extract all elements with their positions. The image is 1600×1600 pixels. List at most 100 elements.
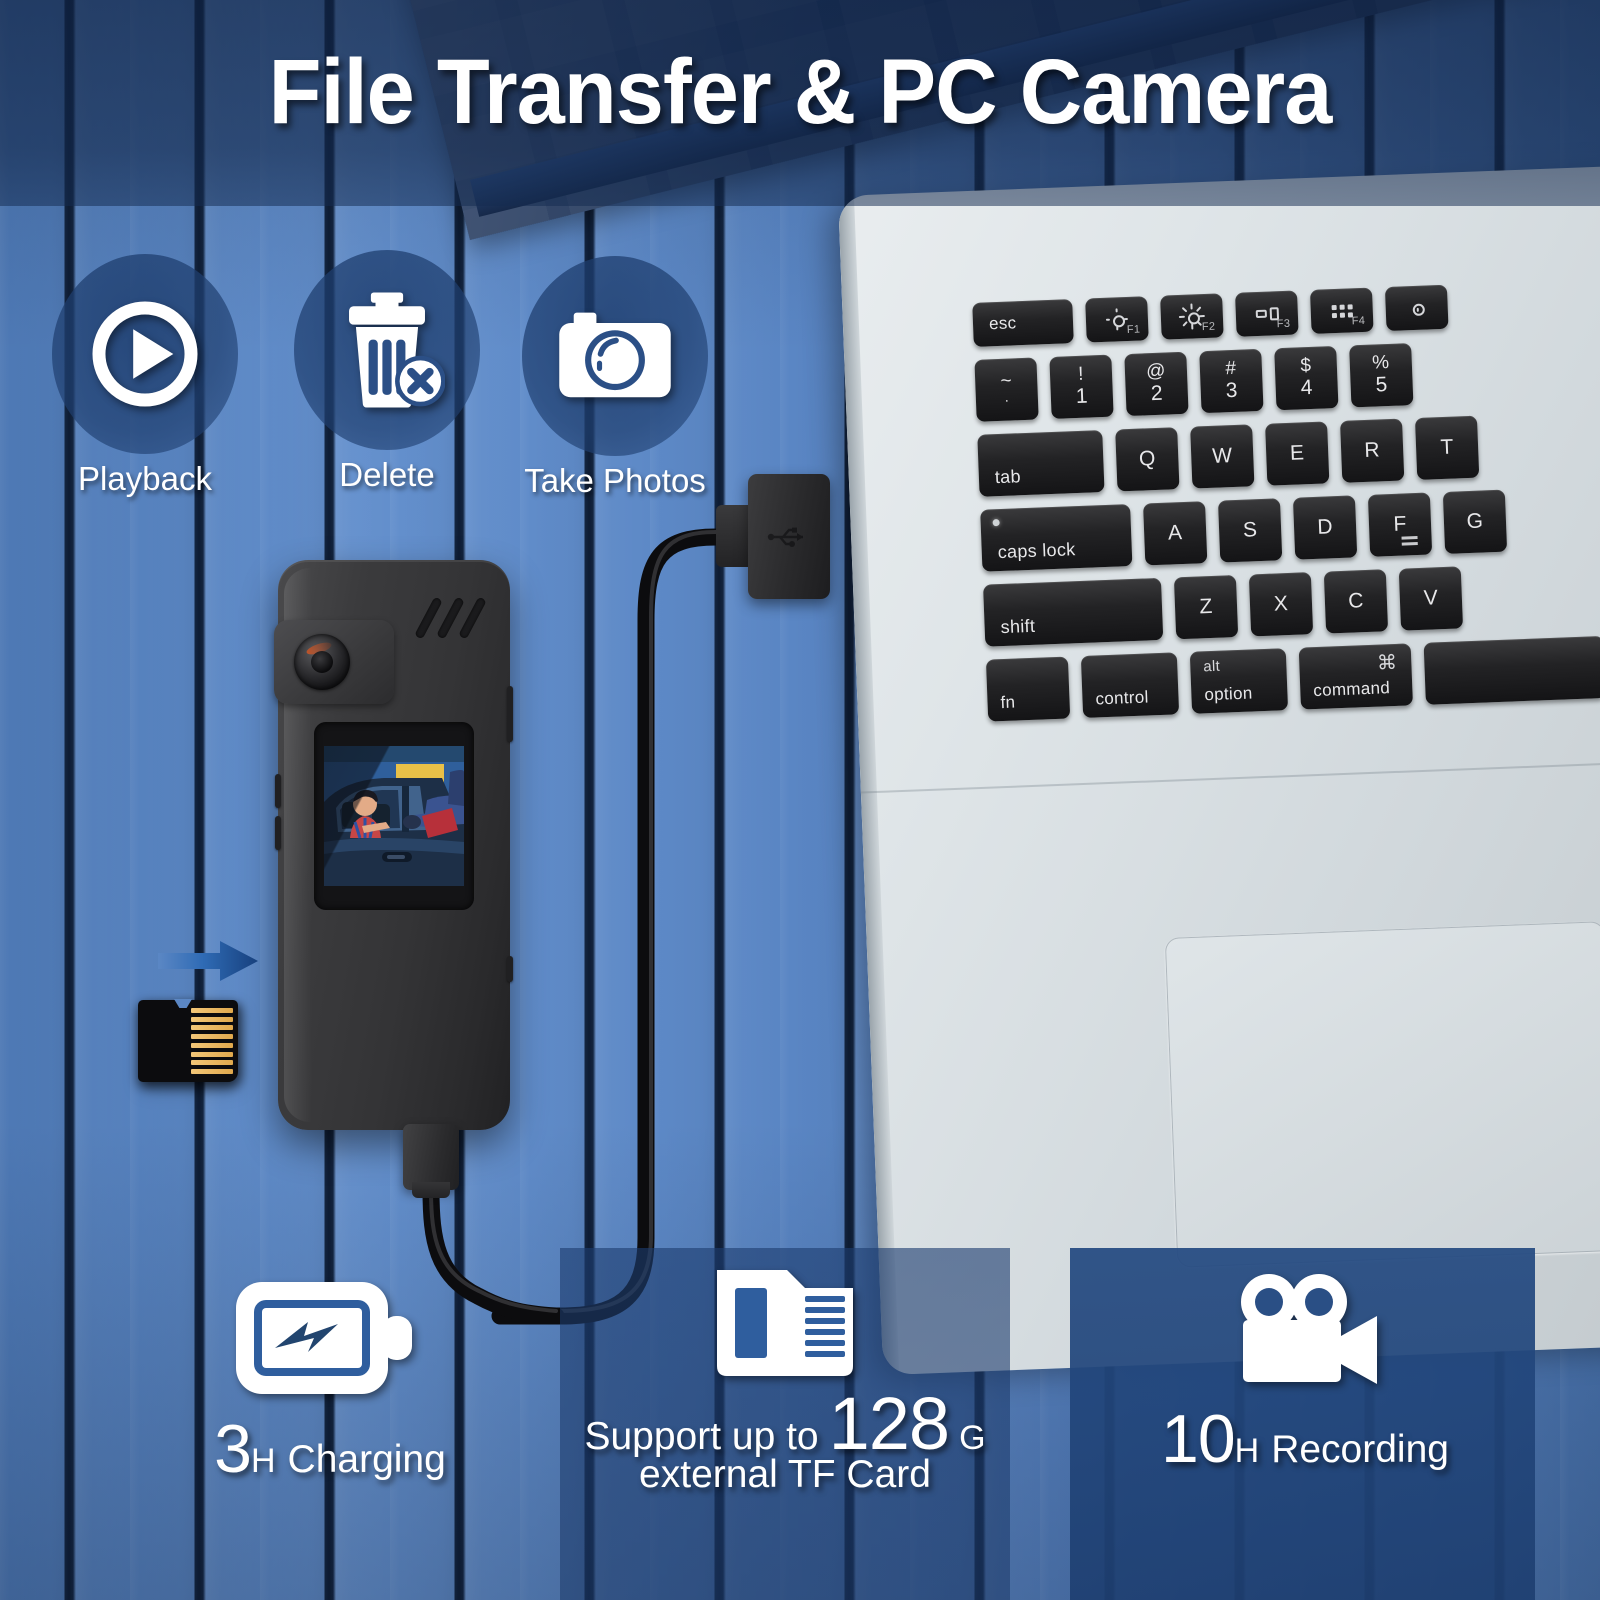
key-f2-brightness-up-icon[interactable]: F2 bbox=[1160, 293, 1224, 340]
page-title: File Transfer & PC Camera bbox=[268, 41, 1333, 143]
key-1[interactable]: ! 1 bbox=[1049, 354, 1114, 419]
key-3-dig: 3 bbox=[1225, 379, 1239, 403]
key-1-sym: ! bbox=[1077, 363, 1085, 385]
tf-card-icon bbox=[717, 1270, 853, 1376]
product-feature-image: esc F1 F2 F3 F4 ~ · ! 1 @ 2 # 3 $ 4 % 5 … bbox=[0, 0, 1600, 1600]
key-r[interactable]: R bbox=[1340, 418, 1405, 483]
photo-camera-icon bbox=[559, 312, 671, 398]
key-a[interactable]: A bbox=[1143, 501, 1208, 566]
key-g[interactable]: G bbox=[1442, 489, 1508, 554]
key-2-dig: 2 bbox=[1150, 382, 1164, 406]
laptop-keyboard[interactable]: esc F1 F2 F3 F4 ~ · ! 1 @ 2 # 3 $ 4 % 5 … bbox=[972, 275, 1600, 734]
battery-charging-icon bbox=[236, 1282, 412, 1394]
key-5[interactable]: % 5 bbox=[1349, 343, 1414, 408]
keyboard-row-function: esc F1 F2 F3 F4 bbox=[972, 275, 1600, 347]
key-command[interactable]: ⌘ command bbox=[1298, 643, 1413, 710]
badge-delete-label: Delete bbox=[339, 456, 435, 493]
keyboard-row-modifiers: fn control alt option ⌘ command bbox=[985, 632, 1600, 722]
key-tilde-glyphs: ~ · bbox=[1000, 370, 1013, 408]
key-f3-mission-control-icon[interactable]: F3 bbox=[1235, 290, 1299, 337]
camera-module bbox=[274, 620, 394, 704]
key-q[interactable]: Q bbox=[1115, 427, 1180, 492]
key-f-label: F bbox=[1392, 512, 1408, 536]
recording-value: 10 bbox=[1161, 1401, 1236, 1477]
key-option-label: option bbox=[1204, 683, 1253, 705]
key-v[interactable]: V bbox=[1398, 566, 1464, 631]
key-3-sym: # bbox=[1225, 357, 1237, 380]
play-circle-icon bbox=[92, 301, 198, 407]
key-d[interactable]: D bbox=[1292, 495, 1358, 560]
brightness-up-icon bbox=[1178, 303, 1205, 330]
key-option-alt-label: alt bbox=[1203, 657, 1221, 676]
side-button-power[interactable] bbox=[507, 686, 513, 742]
key-f5[interactable] bbox=[1384, 284, 1449, 332]
side-button-up[interactable] bbox=[275, 774, 281, 808]
spec-panel-recording: 10H Recording bbox=[1090, 1262, 1520, 1478]
speaker-grille bbox=[414, 594, 487, 644]
key-s[interactable]: S bbox=[1217, 498, 1283, 563]
brightness-down-icon bbox=[1405, 296, 1428, 319]
badge-disc bbox=[294, 250, 480, 450]
microsd-contacts bbox=[191, 1008, 233, 1074]
key-f1-brightness-down-icon[interactable]: F1 bbox=[1085, 296, 1149, 343]
key-t[interactable]: T bbox=[1414, 415, 1480, 480]
key-x[interactable]: X bbox=[1248, 572, 1314, 637]
command-glyph-icon: ⌘ bbox=[1376, 651, 1398, 675]
screen-glare bbox=[324, 746, 464, 886]
key-2[interactable]: @ 2 bbox=[1124, 351, 1189, 417]
trash-delete-icon bbox=[349, 292, 445, 408]
key-command-label: command bbox=[1312, 678, 1391, 701]
key-c[interactable]: C bbox=[1323, 569, 1389, 634]
key-4[interactable]: $ 4 bbox=[1274, 345, 1339, 411]
launchpad-icon bbox=[1331, 303, 1353, 318]
badge-delete[interactable]: Delete bbox=[294, 250, 480, 494]
laptop-trackpad[interactable] bbox=[1164, 921, 1600, 1268]
key-f[interactable]: F bbox=[1367, 492, 1433, 557]
badge-disc bbox=[52, 254, 238, 454]
key-control[interactable]: control bbox=[1080, 652, 1180, 718]
keyboard-row-home: caps lock A S D F G bbox=[980, 482, 1600, 572]
key-tab[interactable]: tab bbox=[977, 430, 1105, 497]
key-5-dig: 5 bbox=[1375, 373, 1389, 397]
badge-take-photos[interactable]: Take Photos bbox=[522, 256, 708, 500]
key-f4-label: F4 bbox=[1351, 314, 1366, 328]
key-fn[interactable]: fn bbox=[985, 656, 1071, 722]
key-w[interactable]: W bbox=[1190, 424, 1255, 489]
laptop-seam bbox=[860, 761, 1600, 794]
body-camera-device bbox=[274, 560, 513, 1130]
key-f3-label: F3 bbox=[1276, 317, 1291, 331]
caps-lock-indicator-icon bbox=[992, 519, 1000, 527]
key-z[interactable]: Z bbox=[1173, 575, 1239, 640]
laptop-body: esc F1 F2 F3 F4 ~ · ! 1 @ 2 # 3 $ 4 % 5 … bbox=[838, 165, 1600, 1376]
usb-a-connector bbox=[748, 474, 830, 599]
key-shift[interactable]: shift bbox=[983, 577, 1164, 647]
charging-value: 3 bbox=[214, 1411, 252, 1487]
key-tilde[interactable]: ~ · bbox=[974, 357, 1039, 422]
side-button-record[interactable] bbox=[507, 956, 513, 982]
recording-label: Recording bbox=[1271, 1428, 1449, 1471]
badge-disc bbox=[522, 256, 708, 456]
key-2-sym: @ bbox=[1145, 360, 1167, 383]
charging-unit: H bbox=[250, 1442, 276, 1480]
key-1-dig: 1 bbox=[1075, 384, 1089, 409]
storage-caption: Support up to 128 G external TF Card bbox=[584, 1386, 985, 1497]
keyboard-row-qwerty: tab Q W E R T bbox=[977, 407, 1600, 497]
key-5-sym: % bbox=[1371, 351, 1390, 374]
insert-arrow bbox=[158, 941, 258, 981]
key-f2-label: F2 bbox=[1201, 320, 1216, 334]
storage-label: external TF Card bbox=[639, 1453, 931, 1497]
usb-c-plug bbox=[403, 1124, 459, 1190]
feature-badge-row: Playback Delete Take Photos bbox=[52, 250, 772, 514]
key-caps-lock[interactable]: caps lock bbox=[980, 504, 1133, 572]
key-option[interactable]: alt option bbox=[1189, 648, 1289, 714]
key-tilde-sym: ~ bbox=[1000, 370, 1013, 392]
usb-c-plug-tip bbox=[412, 1182, 450, 1198]
badge-playback[interactable]: Playback bbox=[52, 254, 238, 498]
movie-camera-icon bbox=[1241, 1274, 1377, 1384]
key-3[interactable]: # 3 bbox=[1199, 348, 1264, 414]
side-button-down[interactable] bbox=[275, 816, 281, 850]
key-space[interactable] bbox=[1423, 635, 1600, 705]
key-esc[interactable]: esc bbox=[972, 299, 1074, 347]
key-f4-launchpad-icon[interactable]: F4 bbox=[1309, 287, 1374, 334]
key-e[interactable]: E bbox=[1265, 421, 1330, 486]
